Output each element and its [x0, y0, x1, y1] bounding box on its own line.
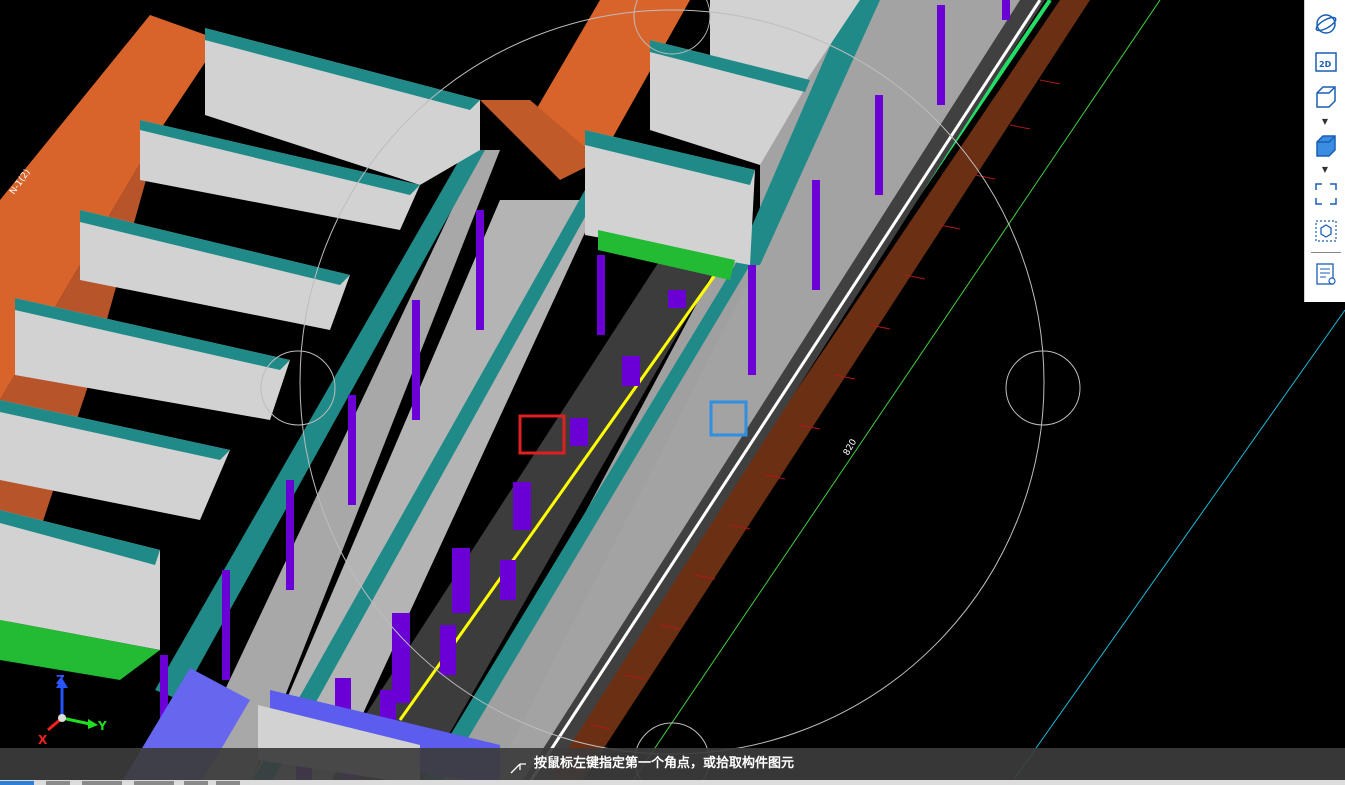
- bottom-tab[interactable]: [0, 781, 34, 785]
- cube-wireframe-icon: [1316, 86, 1336, 108]
- axis-label-z: Z: [56, 673, 65, 687]
- orbit-button[interactable]: [1312, 10, 1340, 38]
- cube-shaded-icon: [1316, 135, 1336, 157]
- axis-label-x: X: [38, 733, 48, 747]
- chevron-down-icon[interactable]: ▼: [1320, 118, 1330, 126]
- bottom-tab[interactable]: [134, 781, 174, 785]
- command-status-bar: 按鼠标左键指定第一个角点，或拾取构件图元: [0, 748, 1345, 780]
- corner-pick-cursor-icon: [510, 763, 526, 774]
- orbit-icon: [1315, 14, 1337, 34]
- zoom-extents-icon: [1315, 220, 1337, 242]
- bottom-tab[interactable]: [46, 781, 70, 785]
- view-2d-button[interactable]: 2D: [1312, 48, 1340, 76]
- 3d-model-viewport[interactable]: 820 N-1(2): [0, 0, 1345, 785]
- axis-label-y: Y: [97, 719, 107, 733]
- svg-text:2D: 2D: [1319, 60, 1332, 69]
- zoom-extents-button[interactable]: [1312, 217, 1340, 245]
- bottom-tab[interactable]: [184, 781, 208, 785]
- command-prompt-text: 按鼠标左键指定第一个角点，或拾取构件图元: [534, 756, 795, 771]
- view-toolbar: 2D ▼ ▼: [1304, 0, 1345, 302]
- bottom-tab[interactable]: [82, 781, 122, 785]
- zoom-window-button[interactable]: [1312, 180, 1340, 208]
- chevron-down-icon[interactable]: ▼: [1320, 166, 1330, 174]
- toolbar-divider: [1311, 252, 1341, 253]
- bottom-tab[interactable]: [216, 781, 240, 785]
- 2d-view-icon: 2D: [1315, 52, 1337, 72]
- axis-triad: Z Y X: [38, 673, 107, 747]
- view-3d-button[interactable]: [1312, 83, 1340, 111]
- properties-view-button[interactable]: [1312, 260, 1340, 288]
- zoom-window-icon: [1315, 183, 1337, 205]
- shaded-view-button[interactable]: [1312, 132, 1340, 160]
- properties-view-icon: [1316, 263, 1336, 285]
- bottom-tab-strip: [0, 780, 1345, 785]
